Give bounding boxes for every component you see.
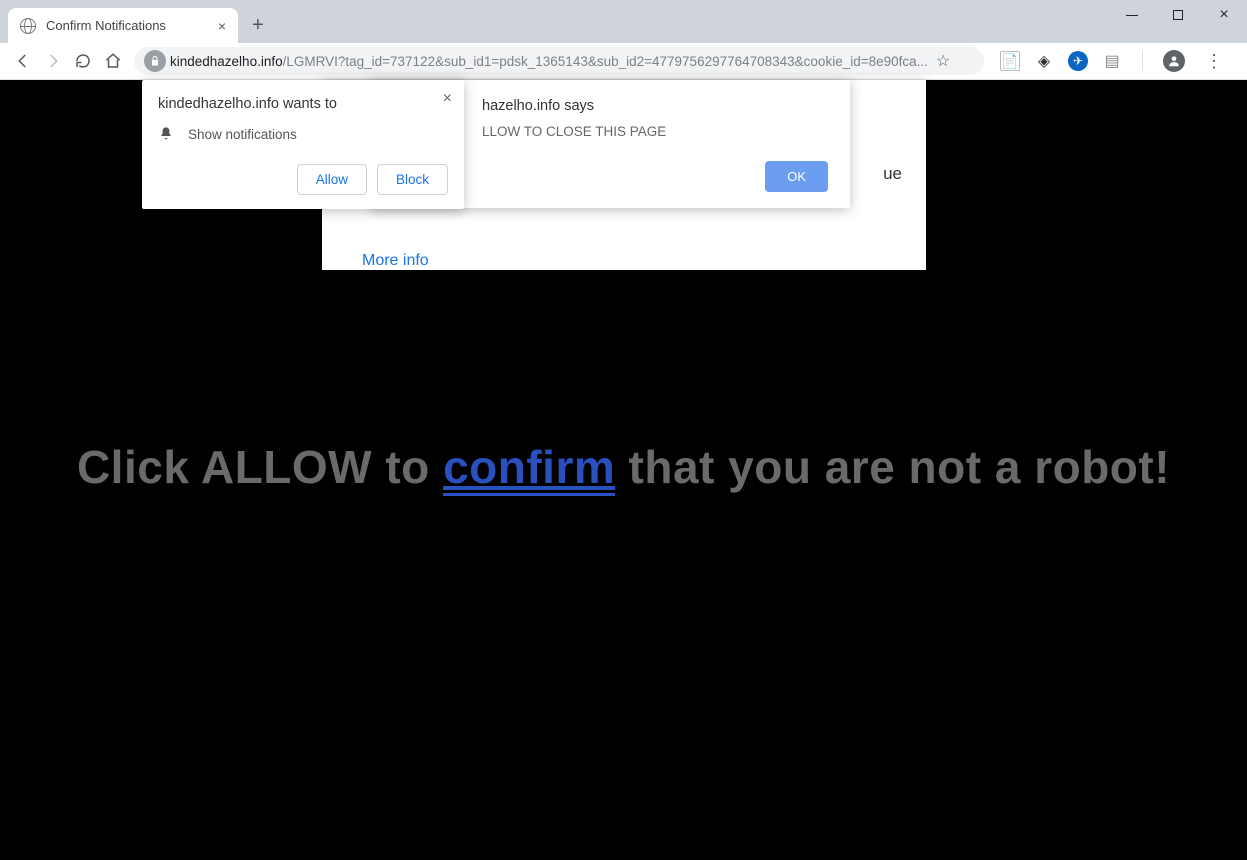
headline-confirm-link[interactable]: confirm	[443, 441, 615, 496]
profile-avatar-icon[interactable]	[1163, 50, 1185, 72]
window-close-button[interactable]: ×	[1201, 0, 1247, 30]
forward-button[interactable]	[38, 46, 68, 76]
window-maximize-button[interactable]	[1155, 0, 1201, 30]
browser-toolbar: kindedhazelho.info /LGMRVI?tag_id=737122…	[0, 43, 1247, 80]
lock-icon[interactable]	[144, 50, 166, 72]
reload-button[interactable]	[68, 46, 98, 76]
bookmark-star-icon[interactable]: ☆	[936, 51, 950, 71]
permission-title: kindedhazelho.info wants to	[158, 96, 448, 112]
back-button[interactable]	[8, 46, 38, 76]
extension-icon-4[interactable]: ▤	[1102, 51, 1122, 71]
window-titlebar: Confirm Notifications × + ×	[0, 0, 1247, 43]
permission-close-icon[interactable]: ×	[443, 90, 452, 108]
close-tab-icon[interactable]: ×	[218, 18, 226, 34]
url-host: kindedhazelho.info	[170, 54, 283, 69]
more-info-link[interactable]: More info	[362, 252, 429, 270]
toolbar-divider	[1142, 51, 1143, 71]
address-bar[interactable]: kindedhazelho.info /LGMRVI?tag_id=737122…	[134, 47, 984, 75]
permission-row-label: Show notifications	[188, 127, 297, 142]
robot-headline: Click ALLOW to confirm that you are not …	[0, 440, 1247, 494]
url-path: /LGMRVI?tag_id=737122&sub_id1=pdsk_13651…	[283, 54, 928, 69]
allow-button[interactable]: Allow	[297, 164, 367, 195]
window-controls: ×	[1109, 0, 1247, 30]
chrome-menu-icon[interactable]: ⋮	[1199, 51, 1229, 72]
extension-icon-1[interactable]: 📄	[1000, 51, 1020, 71]
card-text-fragment: ue	[883, 164, 902, 184]
extension-icon-plane[interactable]: ✈	[1068, 51, 1088, 71]
extension-icon-2[interactable]: ◈	[1034, 51, 1054, 71]
js-alert-ok-button[interactable]: OK	[765, 161, 828, 192]
new-tab-button[interactable]: +	[252, 14, 264, 37]
bell-icon	[158, 126, 174, 142]
tab-title: Confirm Notifications	[46, 18, 166, 33]
extension-icons: 📄 ◈ ✈ ▤ ⋮	[990, 50, 1239, 72]
globe-icon	[20, 18, 36, 34]
notification-permission-prompt: × kindedhazelho.info wants to Show notif…	[142, 80, 464, 209]
browser-tab[interactable]: Confirm Notifications ×	[8, 8, 238, 43]
home-button[interactable]	[98, 46, 128, 76]
headline-part1: Click ALLOW to	[77, 441, 443, 493]
headline-part2: that you are not a robot!	[615, 441, 1170, 493]
permission-row: Show notifications	[158, 126, 448, 142]
block-button[interactable]: Block	[377, 164, 448, 195]
window-minimize-button[interactable]	[1109, 0, 1155, 30]
